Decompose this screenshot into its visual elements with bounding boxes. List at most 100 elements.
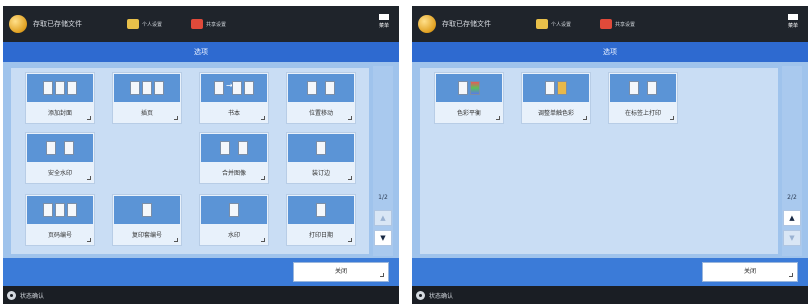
add-cover-icon xyxy=(27,74,93,102)
top-toolbar: 存取已存储文件 个人设置 共享设置 菜单 xyxy=(412,6,808,42)
binding-margin-icon xyxy=(288,134,354,162)
shift-icon xyxy=(288,74,354,102)
page-indicator: 2/2 xyxy=(787,194,797,201)
confirm-corner-icon xyxy=(789,273,793,277)
settings-corner-icon xyxy=(261,238,265,242)
secure-watermark-icon xyxy=(27,134,93,162)
scroll-up-button[interactable]: ▲ xyxy=(783,210,801,226)
close-label: 关闭 xyxy=(743,268,756,275)
close-button[interactable]: 关闭 xyxy=(293,262,389,282)
settings-corner-icon xyxy=(174,238,178,242)
settings-corner-icon xyxy=(87,176,91,180)
booklet-icon: → xyxy=(201,74,267,102)
settings-corner-icon xyxy=(348,116,352,120)
tile-label: 书本 xyxy=(227,110,240,117)
status-label: 状态确认 xyxy=(429,292,454,300)
status-monitor-button[interactable]: 状态确认 xyxy=(7,288,44,302)
footer-bar: 关闭 xyxy=(412,258,808,286)
tile-color-balance[interactable]: 色彩平衡 xyxy=(434,72,504,124)
one-touch-color-icon xyxy=(523,74,589,102)
settings-corner-icon xyxy=(261,176,265,180)
shared-settings-label: 共享设置 xyxy=(206,21,227,28)
page-scroller: 1/2 ▲ ▼ xyxy=(373,66,393,256)
settings-corner-icon xyxy=(583,116,587,120)
menu-label: 菜单 xyxy=(378,23,389,29)
watermark-icon xyxy=(201,196,267,224)
tile-add-cover[interactable]: 添加封面 xyxy=(25,72,95,124)
personal-settings-label: 个人设置 xyxy=(142,21,163,28)
personal-settings-icon xyxy=(127,19,139,29)
tile-label: 合并图像 xyxy=(221,170,246,177)
options-screen-page-1: 存取已存储文件 个人设置 共享设置 菜单 选项 添加封面 插页 → 书本 位置移… xyxy=(3,6,399,304)
tile-label: 装订边 xyxy=(311,170,330,177)
print-on-tab-icon xyxy=(610,74,676,102)
shared-settings-icon xyxy=(600,19,612,29)
app-title: 存取已存储文件 xyxy=(33,20,82,28)
menu-button[interactable]: 菜单 xyxy=(375,12,393,36)
tile-merge-images[interactable]: 合并图像 xyxy=(199,132,269,184)
footer-bar: 关闭 xyxy=(3,258,399,286)
personal-settings-label: 个人设置 xyxy=(551,21,572,28)
status-bar: 状态确认 xyxy=(412,286,808,304)
tile-page-numbering[interactable]: 页码编号 xyxy=(25,194,95,246)
status-label: 状态确认 xyxy=(20,292,45,300)
tile-watermark[interactable]: 水印 xyxy=(199,194,269,246)
tile-shift[interactable]: 位置移动 xyxy=(286,72,356,124)
tile-label: 页码编号 xyxy=(47,232,72,239)
stored-files-icon xyxy=(418,15,436,33)
option-tile-grid: 色彩平衡 调整单触色彩 在标签上打印 xyxy=(420,68,778,254)
options-content: 添加封面 插页 → 书本 位置移动 安全水印 合并图像 装订边 页码编号 复印套… xyxy=(3,62,399,258)
merge-images-icon xyxy=(201,134,267,162)
arrow-down-icon: ▼ xyxy=(789,234,795,242)
arrow-up-icon: ▲ xyxy=(789,214,795,222)
tile-label: 位置移动 xyxy=(308,110,333,117)
arrow-up-icon: ▲ xyxy=(380,214,386,222)
scroll-down-button[interactable]: ▼ xyxy=(783,230,801,246)
print-date-icon xyxy=(288,196,354,224)
personal-settings-button[interactable]: 个人设置 xyxy=(536,14,571,34)
shared-settings-button[interactable]: 共享设置 xyxy=(600,14,635,34)
tile-label: 添加封面 xyxy=(47,110,72,117)
confirm-corner-icon xyxy=(380,273,384,277)
app-button[interactable]: 存取已存储文件 xyxy=(9,11,87,37)
status-monitor-button[interactable]: 状态确认 xyxy=(416,288,453,302)
settings-corner-icon xyxy=(348,176,352,180)
close-button[interactable]: 关闭 xyxy=(702,262,798,282)
scroll-down-button[interactable]: ▼ xyxy=(374,230,392,246)
app-button[interactable]: 存取已存储文件 xyxy=(418,11,496,37)
tile-one-touch-color[interactable]: 调整单触色彩 xyxy=(521,72,591,124)
settings-corner-icon xyxy=(496,116,500,120)
settings-corner-icon xyxy=(87,238,91,242)
scroll-up-button[interactable]: ▲ xyxy=(374,210,392,226)
options-content: 色彩平衡 调整单触色彩 在标签上打印 2/2 ▲ ▼ xyxy=(412,62,808,258)
status-monitor-icon xyxy=(7,290,16,300)
tile-binding-margin[interactable]: 装订边 xyxy=(286,132,356,184)
tile-label: 调整单触色彩 xyxy=(537,110,574,117)
menu-icon xyxy=(379,14,389,20)
tile-booklet[interactable]: → 书本 xyxy=(199,72,269,124)
tile-label: 插页 xyxy=(140,110,153,117)
shared-settings-label: 共享设置 xyxy=(615,21,636,28)
tile-secure-watermark[interactable]: 安全水印 xyxy=(25,132,95,184)
stored-files-icon xyxy=(9,15,27,33)
option-tile-grid: 添加封面 插页 → 书本 位置移动 安全水印 合并图像 装订边 页码编号 复印套… xyxy=(11,68,369,254)
tile-copy-set-numbering[interactable]: 复印套编号 xyxy=(112,194,182,246)
personal-settings-button[interactable]: 个人设置 xyxy=(127,14,162,34)
tile-print-on-tab[interactable]: 在标签上打印 xyxy=(608,72,678,124)
menu-label: 菜单 xyxy=(787,23,798,29)
tile-insert-sheets[interactable]: 插页 xyxy=(112,72,182,124)
settings-corner-icon xyxy=(261,116,265,120)
close-label: 关闭 xyxy=(334,268,347,275)
settings-corner-icon xyxy=(87,116,91,120)
page-indicator: 1/2 xyxy=(378,194,388,201)
tile-label: 在标签上打印 xyxy=(624,110,661,117)
copy-set-numbering-icon xyxy=(114,196,180,224)
tile-label: 水印 xyxy=(227,232,240,239)
arrow-down-icon: ▼ xyxy=(380,234,386,242)
page-numbering-icon xyxy=(27,196,93,224)
page-scroller: 2/2 ▲ ▼ xyxy=(782,66,802,256)
tile-label: 复印套编号 xyxy=(131,232,162,239)
tile-print-date[interactable]: 打印日期 xyxy=(286,194,356,246)
shared-settings-button[interactable]: 共享设置 xyxy=(191,14,226,34)
menu-button[interactable]: 菜单 xyxy=(784,12,802,36)
